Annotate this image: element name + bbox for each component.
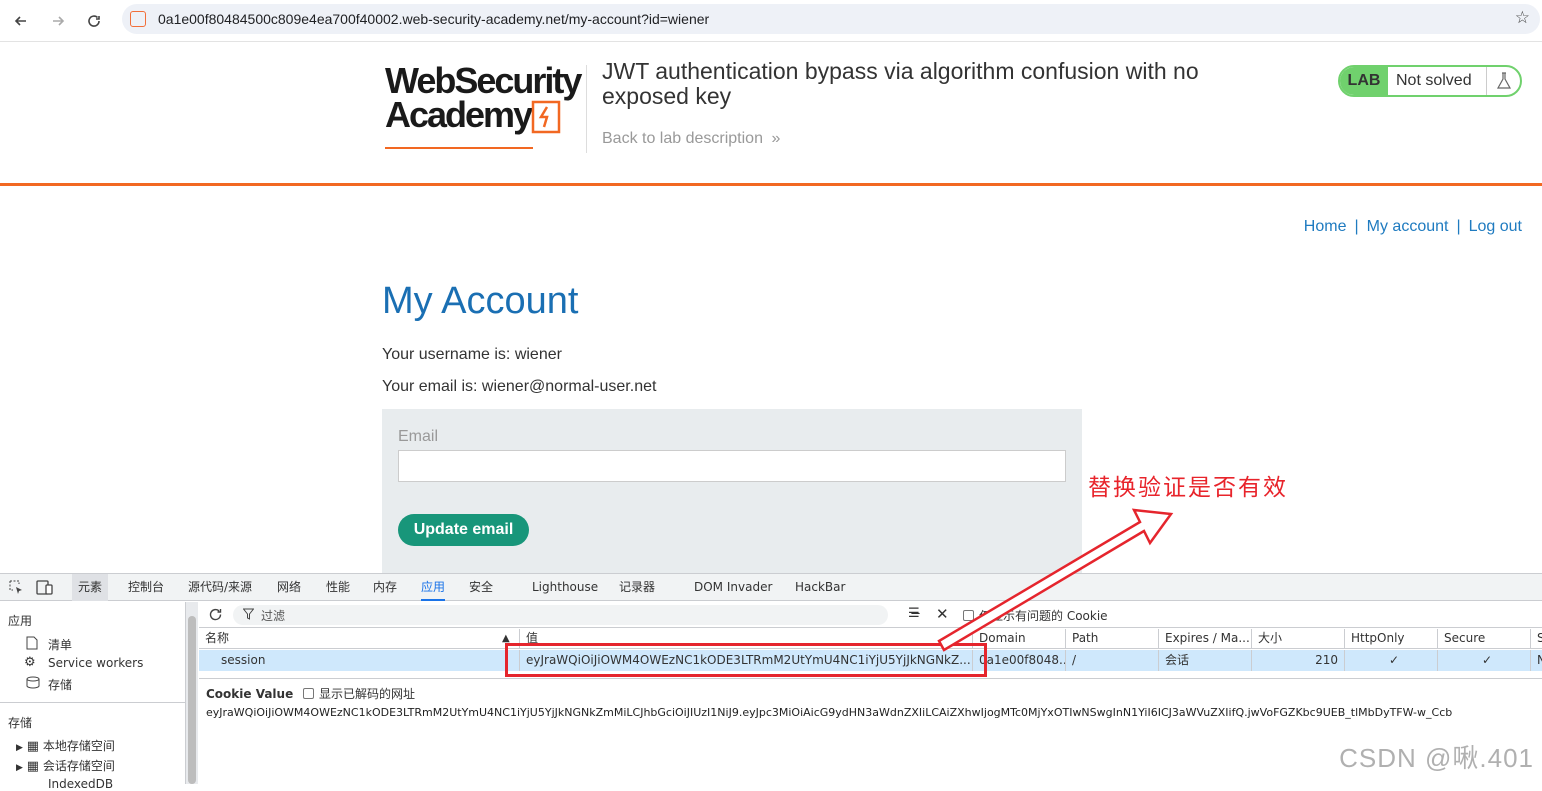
sidebar-section-application: 应用 [8,614,33,628]
cookie-expires-cell[interactable]: 会话 [1159,650,1252,671]
delete-cookie-icon[interactable]: ✕ [936,605,949,623]
username-text: Your username is: wiener [382,346,562,363]
update-email-button[interactable]: Update email [398,514,529,546]
forward-arrow-icon[interactable] [46,9,70,33]
address-bar[interactable]: 0a1e00f80484500c809e4ea700f40002.web-sec… [122,4,1540,34]
browser-toolbar: 0a1e00f80484500c809e4ea700f40002.web-sec… [0,0,1542,42]
devtools-tab-9[interactable]: 记录器 [619,574,655,601]
expand-arrow-icon[interactable]: ▶ [16,763,23,773]
flask-icon [1486,67,1520,95]
email-text: Your email is: wiener@normal-user.net [382,378,657,395]
gear-icon: ⚙ [24,655,36,670]
change-email-form: Email Update email [382,409,1082,579]
devtools-tab-2[interactable]: 源代码/来源 [188,574,252,601]
column-httponly[interactable]: HttpOnly [1345,629,1438,649]
nav-home-link[interactable]: Home [1304,218,1347,235]
application-sidebar: 应用 清单 ⚙ Service workers 存储 存储 ▶ ▦ 本地存储空间… [0,602,186,791]
back-arrow-icon[interactable] [9,9,33,33]
cookie-path-cell[interactable]: / [1066,650,1159,671]
column-expires[interactable]: Expires / Ma... [1159,629,1252,649]
bookmark-star-icon[interactable]: ☆ [1515,8,1530,28]
email-input[interactable] [398,450,1066,482]
database-icon [26,676,40,692]
cookie-samesite-cell[interactable]: N [1531,650,1542,671]
nav-log-out-link[interactable]: Log out [1469,218,1522,235]
lab-status-text: Not solved [1396,72,1472,89]
devtools-tab-10[interactable]: DOM Invader [694,574,772,601]
highlight-box [505,643,987,677]
refresh-icon[interactable] [208,607,223,625]
expand-arrow-icon[interactable]: ▶ [16,743,23,753]
page-title: My Account [382,280,579,322]
column-samesite[interactable]: S [1531,629,1542,649]
lab-header: WebSecurity Academy JWT authentication b… [0,43,1542,186]
inspect-element-icon[interactable] [9,580,24,600]
devtools-tab-8[interactable]: Lighthouse [532,574,598,601]
watermark: CSDN @啾.401 [1339,743,1534,773]
filter-input[interactable]: 过滤 [233,605,888,625]
sidebar-item-local-storage[interactable]: ▶ ▦ 本地存储空间 [16,737,115,754]
devtools-tab-11[interactable]: HackBar [795,574,845,601]
column-secure[interactable]: Secure [1438,629,1531,649]
devtools-tab-4[interactable]: 性能 [326,574,350,601]
site-favicon-icon [130,11,146,27]
devtools-tab-0[interactable]: 元素 [72,574,109,601]
devtools-panel: 元素 控制台 源代码/来源 网络 性能 内存 应用 安全 Lighthouse 记录器 DOM In… [0,573,1542,791]
file-icon [26,636,38,653]
sidebar-item-indexeddb[interactable]: IndexedDB [26,777,113,791]
clear-filtered-cookies-icon[interactable]: ☰̶ [908,606,920,621]
url-text[interactable]: 0a1e00f80484500c809e4ea700f40002.web-sec… [158,11,709,27]
back-to-lab-description-link[interactable]: Back to lab description » [602,130,780,148]
cookie-name-cell[interactable]: session [199,650,520,671]
email-label: Email [398,428,439,445]
only-issues-checkbox[interactable]: 仅显示有问题的 Cookie [963,607,1108,624]
device-toolbar-icon[interactable] [36,580,53,600]
cookie-secure-cell[interactable]: ✓ [1438,650,1531,671]
devtools-tab-7[interactable]: 安全 [469,574,493,601]
web-security-academy-logo[interactable]: WebSecurity Academy [385,62,585,149]
filter-funnel-icon [242,608,255,623]
column-path[interactable]: Path [1066,629,1159,649]
lab-status-widget: LAB Not solved [1338,65,1522,97]
checkbox-box[interactable] [963,610,974,621]
sidebar-item-storage[interactable]: 存储 [26,676,72,693]
devtools-tab-5[interactable]: 内存 [373,574,397,601]
column-size[interactable]: 大小 [1252,629,1345,649]
nav-my-account-link[interactable]: My account [1367,218,1449,235]
cookie-full-value[interactable]: eyJraWQiOiJiOWM4OWEzNC1kODE3LTRmM2UtYmU4… [206,706,1452,719]
double-chevron-icon: » [771,130,781,147]
devtools-tab-3[interactable]: 网络 [277,574,301,601]
devtools-tab-6[interactable]: 应用 [421,574,446,601]
checkbox-box[interactable] [303,688,314,699]
reload-icon[interactable] [82,9,106,33]
sidebar-section-storage: 存储 [8,716,33,730]
devtools-tab-1[interactable]: 控制台 [128,574,164,601]
show-decoded-checkbox[interactable]: 显示已解码的网址 [303,685,415,702]
table-grid-icon: ▦ [26,759,40,774]
cookies-toolbar: 过滤 ☰̶ ✕ 仅显示有问题的 Cookie [199,602,1542,628]
lab-badge: LAB [1340,67,1388,95]
sidebar-item-service-workers[interactable]: ⚙ Service workers [24,655,143,670]
column-name[interactable]: 名称 ▲ [199,629,520,649]
cookie-value-label: Cookie Value [206,687,294,701]
sidebar-item-manifest[interactable]: 清单 [26,636,72,653]
devtools-tab-bar: 元素 控制台 源代码/来源 网络 性能 内存 应用 安全 Lighthouse 记录器 DOM In… [0,574,1542,601]
logo-bolt-icon [531,100,561,134]
annotation-text: 替换验证是否有效 [1088,475,1288,501]
sidebar-scrollbar[interactable] [186,602,198,784]
lab-title: JWT authentication bypass via algorithm … [602,58,1199,109]
sidebar-item-session-storage[interactable]: ▶ ▦ 会话存储空间 [16,757,115,774]
cookie-size-cell[interactable]: 210 [1252,650,1345,671]
table-grid-icon: ▦ [26,739,40,754]
top-navigation: Home | My account | Log out [1303,218,1522,235]
cookie-httponly-cell[interactable]: ✓ [1345,650,1438,671]
